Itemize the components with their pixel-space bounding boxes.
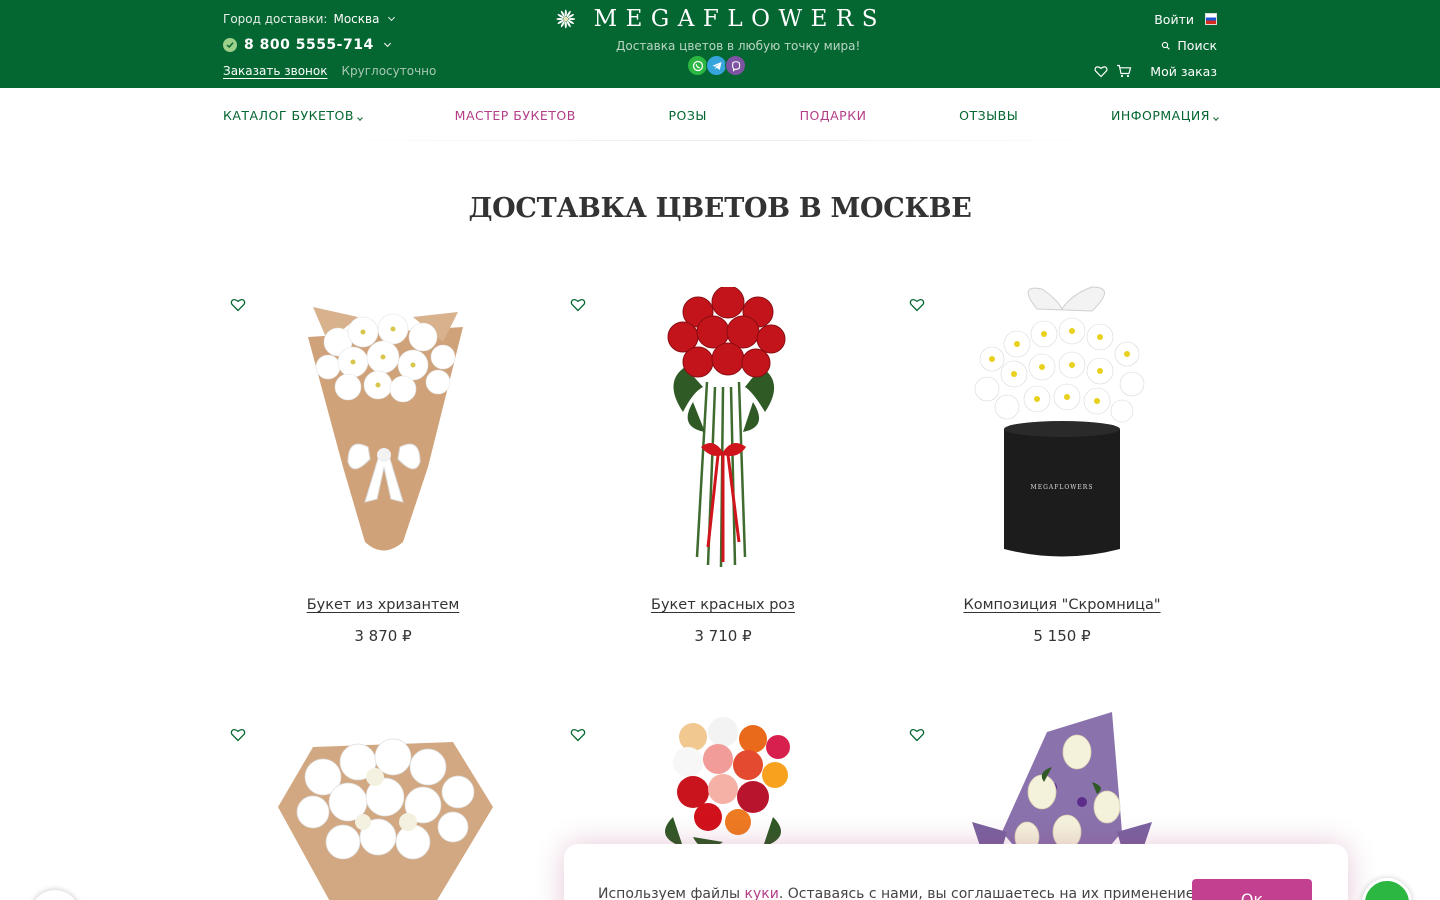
- favorite-heart-icon[interactable]: [570, 727, 586, 743]
- check-icon: [223, 38, 237, 52]
- heart-icon[interactable]: [1094, 65, 1108, 78]
- product-name[interactable]: Композиция "Скромница": [897, 597, 1227, 613]
- city-selector[interactable]: Город доставки: Москва: [223, 10, 436, 28]
- nav-gifts[interactable]: ПОДАРКИ: [800, 108, 867, 123]
- search-label[interactable]: Поиск: [1177, 38, 1217, 53]
- product-price: 3 870 ₽: [354, 627, 412, 645]
- product-name[interactable]: Букет из хризантем: [218, 597, 548, 613]
- whatsapp-icon[interactable]: [687, 55, 708, 76]
- cookie-banner: Используем файлы куки. Оставаясь с нами,…: [564, 844, 1348, 900]
- product-price: 3 710 ₽: [694, 627, 752, 645]
- messenger-links: [687, 55, 746, 76]
- whatsapp-float-icon[interactable]: [1362, 878, 1412, 900]
- daisy-logo-icon: [556, 9, 576, 29]
- callback-link[interactable]: Заказать звонок: [223, 64, 328, 78]
- search-icon: [1162, 41, 1171, 50]
- product-card[interactable]: [218, 717, 548, 900]
- callback-row: Заказать звонок Круглосуточно: [223, 62, 436, 80]
- product-image-red-roses-bouquet[interactable]: [593, 287, 853, 577]
- logo-text[interactable]: MEGAFLOWERS: [594, 6, 886, 32]
- top-header: Город доставки: Москва 8 800 5555-714 За…: [0, 0, 1440, 88]
- main-nav: КАТАЛОГ БУКЕТОВ МАСТЕР БУКЕТОВ РОЗЫ ПОДА…: [223, 100, 1219, 130]
- product-price: 5 150 ₽: [1033, 627, 1091, 645]
- product-card[interactable]: Букет красных роз 3 710 ₽: [558, 287, 888, 647]
- product-name[interactable]: Букет красных роз: [558, 597, 888, 613]
- viber-icon[interactable]: [725, 55, 746, 76]
- nav-divider: [320, 140, 1120, 141]
- telegram-icon[interactable]: [706, 55, 727, 76]
- product-image-chrysanthemum-bouquet[interactable]: [253, 287, 513, 577]
- page-title: ДОСТАВКА ЦВЕТОВ В МОСКВЕ: [468, 193, 972, 224]
- header-right: Войти Поиск Мой заказ: [1094, 10, 1217, 80]
- tagline: Доставка цветов в любую точку мира!: [616, 39, 861, 53]
- nav-info[interactable]: ИНФОРМАЦИЯ: [1111, 108, 1219, 123]
- phone-number[interactable]: 8 800 5555-714: [244, 37, 374, 53]
- cookie-message: Используем файлы куки. Оставаясь с нами,…: [598, 886, 1199, 900]
- nav-catalog[interactable]: КАТАЛОГ БУКЕТОВ: [223, 108, 363, 123]
- phone-selector[interactable]: 8 800 5555-714: [223, 36, 436, 54]
- favorite-heart-icon[interactable]: [570, 297, 586, 313]
- nav-reviews[interactable]: ОТЗЫВЫ: [959, 108, 1018, 123]
- favorite-heart-icon[interactable]: [909, 727, 925, 743]
- product-image-daisy-hatbox[interactable]: MEGAFLOWERS: [932, 279, 1192, 569]
- nav-bouquet-master[interactable]: МАСТЕР БУКЕТОВ: [455, 108, 576, 123]
- russia-flag-icon[interactable]: [1205, 13, 1217, 25]
- svg-text:MEGAFLOWERS: MEGAFLOWERS: [1031, 484, 1094, 491]
- chat-float-button[interactable]: [30, 890, 80, 900]
- product-card[interactable]: Букет из хризантем 3 870 ₽: [218, 287, 548, 647]
- cookie-ok-button[interactable]: Ок: [1192, 879, 1312, 900]
- city-label: Город доставки:: [223, 12, 328, 26]
- chevron-down-icon: [388, 13, 396, 22]
- cookie-link[interactable]: куки: [745, 886, 779, 900]
- product-image-white-mixed-bouquet[interactable]: [253, 717, 513, 900]
- favorite-heart-icon[interactable]: [230, 297, 246, 313]
- product-card[interactable]: MEGAFLOWERS Композиция "Скромница" 5 150…: [897, 286, 1227, 647]
- header-left: Город доставки: Москва 8 800 5555-714 За…: [223, 10, 436, 80]
- chevron-down-icon: [357, 114, 363, 121]
- search-link[interactable]: Поиск: [1094, 36, 1217, 54]
- favorite-heart-icon[interactable]: [230, 727, 246, 743]
- city-value[interactable]: Москва: [333, 12, 379, 26]
- nav-roses[interactable]: РОЗЫ: [669, 108, 707, 123]
- working-hours: Круглосуточно: [341, 64, 437, 78]
- site-logo[interactable]: MEGAFLOWERS Доставка цветов в любую точк…: [556, 4, 886, 76]
- chevron-down-icon: [383, 39, 391, 48]
- my-order-link[interactable]: Мой заказ: [1150, 64, 1217, 79]
- cart-icon[interactable]: [1116, 64, 1132, 78]
- favorite-heart-icon[interactable]: [909, 297, 925, 313]
- chevron-down-icon: [1213, 114, 1219, 121]
- login-link[interactable]: Войти: [1154, 12, 1194, 27]
